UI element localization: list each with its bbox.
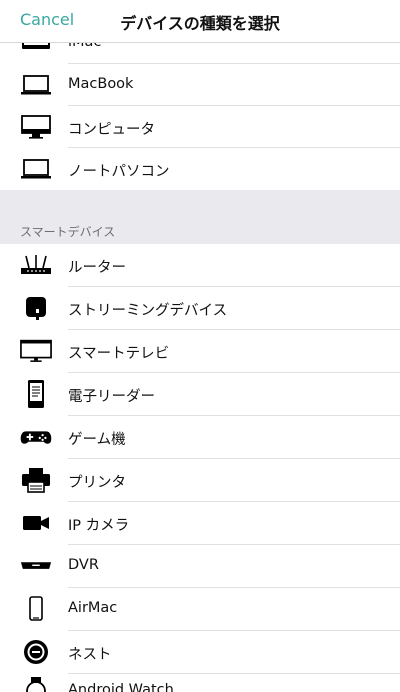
list-item-printer[interactable]: プリンタ <box>0 459 400 501</box>
list-item-label: DVR <box>68 557 99 573</box>
list-item-macbook[interactable]: MacBook <box>0 64 400 106</box>
list-item-label: スマートテレビ <box>68 346 170 362</box>
list-item-streaming-device[interactable]: ストリーミングデバイス <box>0 287 400 329</box>
list-item-label: IP カメラ <box>68 518 130 534</box>
monitor-icon <box>20 113 52 141</box>
airmac-icon <box>20 595 52 623</box>
list-item-label: ストリーミングデバイス <box>68 303 228 319</box>
router-icon <box>20 251 52 279</box>
list-item-label: Android Watch <box>68 682 174 692</box>
section-title: スマートデバイス <box>20 225 116 239</box>
list-item-label: コンピュータ <box>68 122 155 138</box>
list-item-label: 電子リーダー <box>68 389 155 405</box>
list-item-label: AirMac <box>68 600 118 616</box>
list-item-label: MacBook <box>68 76 134 92</box>
list-item-ereader[interactable]: 電子リーダー <box>0 373 400 415</box>
watch-icon <box>20 677 52 692</box>
list-item-notebook[interactable]: ノートパソコン <box>0 148 400 190</box>
gamepad-icon <box>20 423 52 451</box>
laptop-icon <box>20 71 52 99</box>
laptop-icon <box>20 155 52 183</box>
list-item-label: ノートパソコン <box>68 164 170 180</box>
list-item-router[interactable]: ルーター <box>0 244 400 286</box>
page-title: デバイスの種類を選択 <box>120 14 280 33</box>
streaming-device-icon <box>20 294 52 322</box>
list-item-label: ルーター <box>68 260 126 276</box>
camera-icon <box>20 509 52 537</box>
list-item-ip-camera[interactable]: IP カメラ <box>0 502 400 544</box>
dvr-icon <box>20 552 52 580</box>
list-item-label: ゲーム機 <box>68 432 126 448</box>
ereader-icon <box>20 380 52 408</box>
list-item-game-console[interactable]: ゲーム機 <box>0 416 400 458</box>
nest-icon <box>20 638 52 666</box>
list-item-label: ネスト <box>68 647 112 663</box>
list-item-smart-tv[interactable]: スマートテレビ <box>0 330 400 372</box>
list-item-airmac[interactable]: AirMac <box>0 588 400 630</box>
list-item-dvr[interactable]: DVR <box>0 545 400 587</box>
list-item-label: プリンタ <box>68 475 126 491</box>
section-header-smart-devices: スマートデバイス <box>0 190 400 244</box>
navigation-bar: Cancel デバイスの種類を選択 <box>0 0 400 43</box>
list-item-android-watch[interactable]: Android Watch <box>0 674 400 692</box>
tv-icon <box>20 337 52 365</box>
list-item-nest[interactable]: ネスト <box>0 631 400 673</box>
printer-icon <box>20 466 52 494</box>
list-item-computer[interactable]: コンピュータ <box>0 106 400 148</box>
